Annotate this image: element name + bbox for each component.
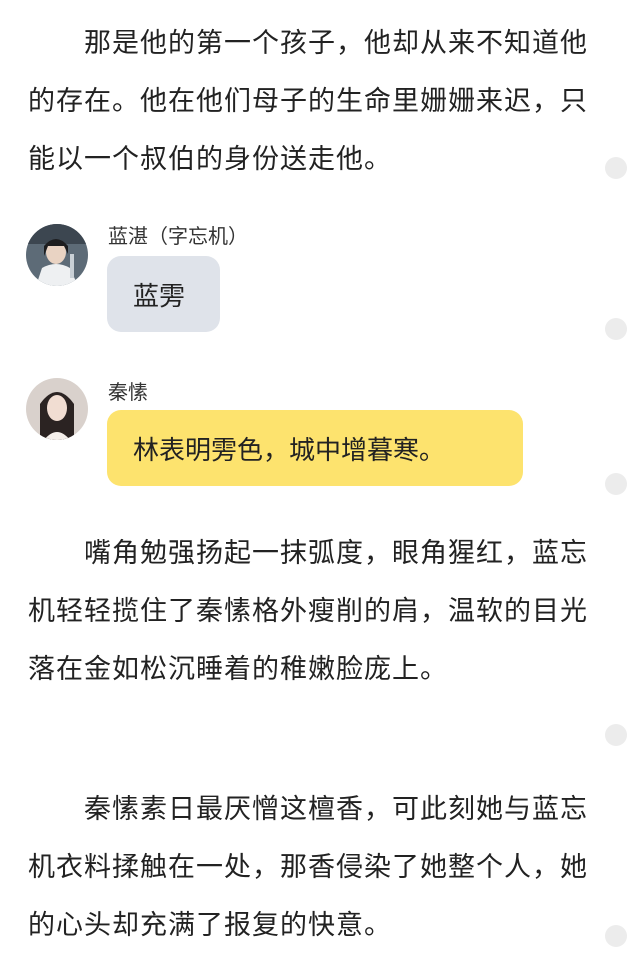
dot-icon[interactable]	[605, 724, 627, 746]
story-paragraph-3: 秦愫素日最厌憎这檀香，可此刻她与蓝忘机衣料揉触在一处，那香侵染了她整个人，她的心…	[28, 794, 588, 941]
avatar-lanzhan[interactable]	[26, 224, 88, 286]
dot-icon[interactable]	[605, 157, 627, 179]
sender-name-lanzhan: 蓝湛（字忘机）	[108, 224, 248, 248]
sender-name-qinsu: 秦愫	[108, 380, 148, 404]
avatar-qinsu[interactable]	[26, 378, 88, 440]
dot-icon[interactable]	[605, 925, 627, 947]
message-text-lanzhan: 蓝雱	[133, 281, 186, 312]
message-bubble-lanzhan[interactable]: 蓝雱	[107, 256, 220, 332]
message-text-qinsu: 林表明雱色，城中增暮寒。	[133, 435, 446, 466]
story-paragraph-1: 那是他的第一个孩子，他却从来不知道他的存在。他在他们母子的生命里姗姗来迟，只能以…	[28, 28, 588, 175]
man-portrait-icon	[26, 224, 88, 286]
dot-icon[interactable]	[605, 473, 627, 495]
message-bubble-qinsu[interactable]: 林表明雱色，城中增暮寒。	[107, 410, 523, 486]
story-paragraph-2: 嘴角勉强扬起一抹弧度，眼角猩红，蓝忘机轻轻揽住了秦愫格外瘦削的肩，温软的目光落在…	[28, 538, 588, 685]
woman-portrait-icon	[26, 378, 88, 440]
dot-icon[interactable]	[605, 318, 627, 340]
